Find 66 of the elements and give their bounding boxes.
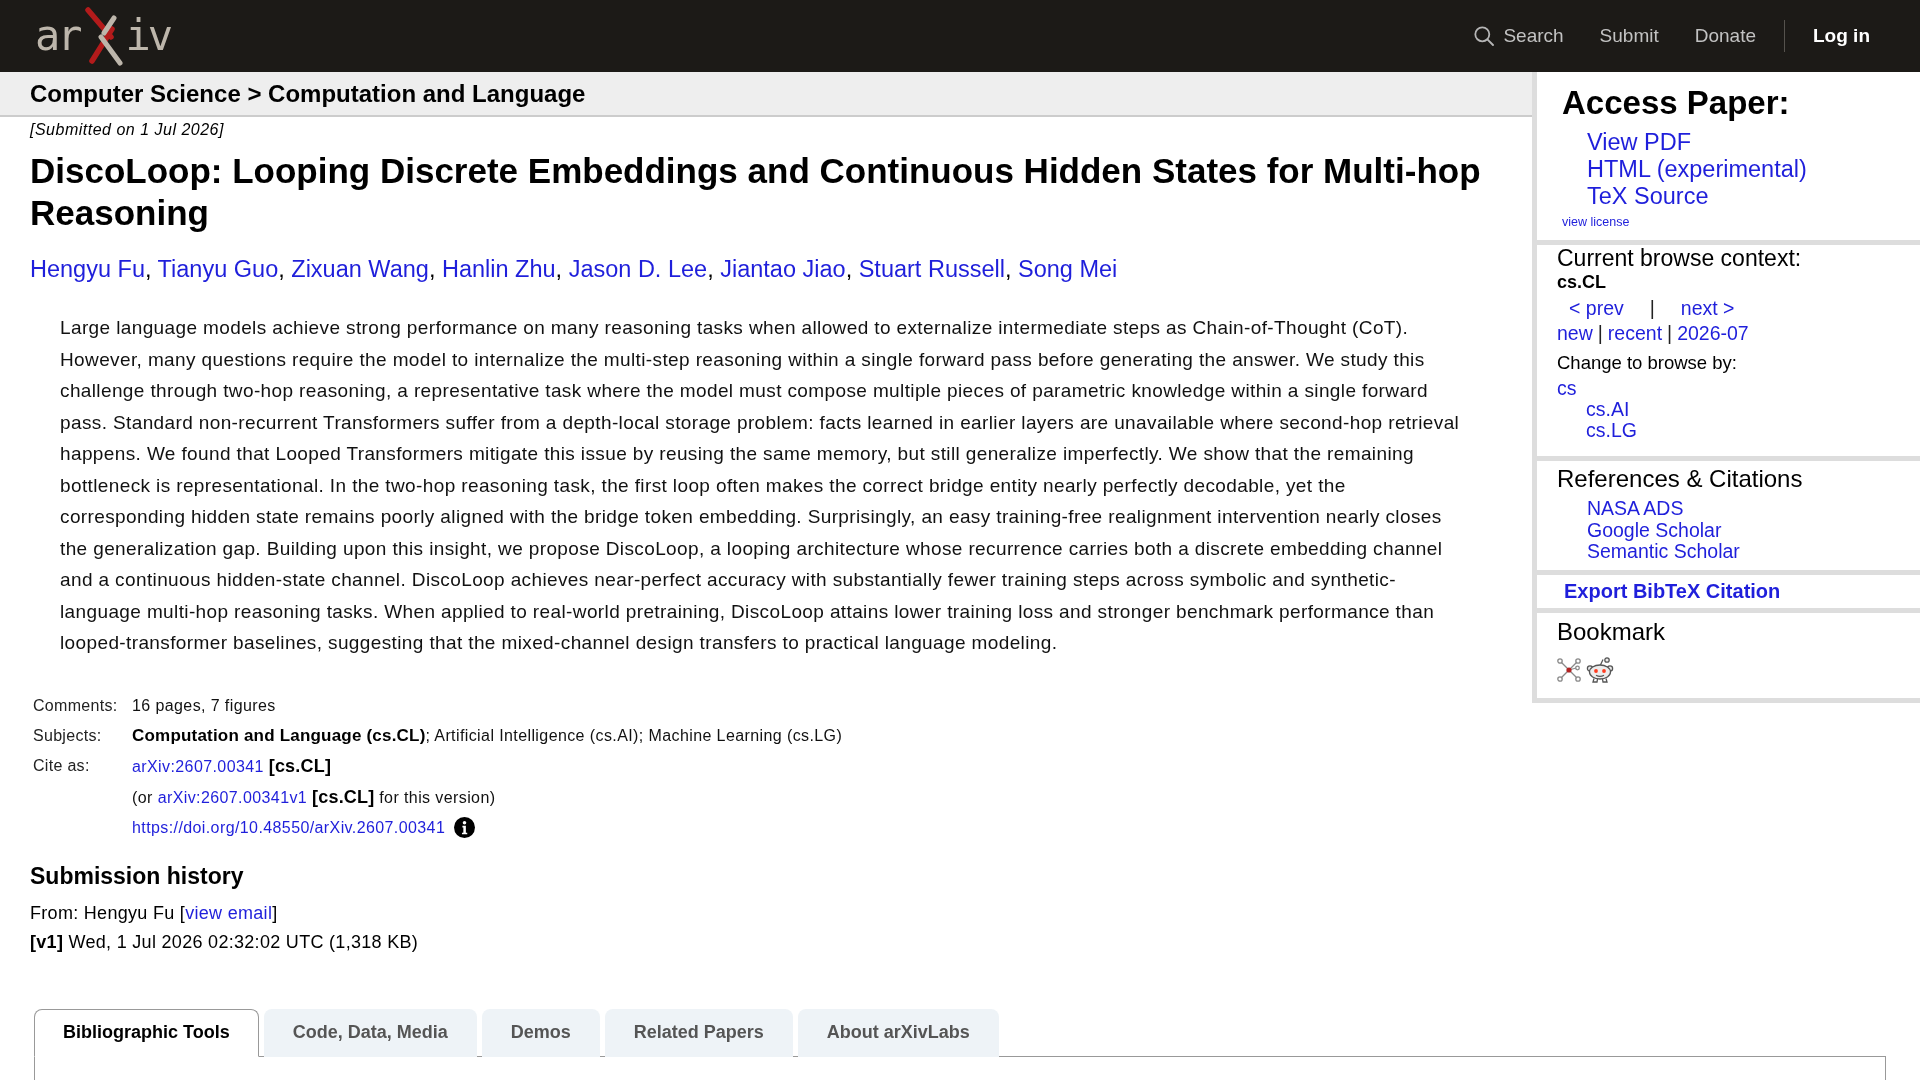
listing-link[interactable]: 2026-07 [1677,321,1749,345]
nav-link[interactable]: Submit [1599,25,1659,47]
browse-by-label: Change to browse by: [1557,352,1737,374]
metadata-label: Comments: [33,695,118,716]
reference-link[interactable]: Semantic Scholar [1587,541,1740,563]
citation-line: (or arXiv:2607.00341v1 [cs.CL] for this version) [132,785,496,809]
browse-context-heading: Current browse context: [1557,246,1802,270]
bookmark-heading: Bookmark [1557,618,1666,646]
listing-link[interactable]: recent [1607,321,1663,345]
full-text-link[interactable]: View PDF [1587,128,1692,156]
submission-date: [Submitted on 1 Jul 2026] [30,121,224,139]
breadcrumb: Computer Science > Computation and Language [0,72,1532,117]
metadata-value: 16 pages, 7 figures [132,695,276,716]
alien-icon[interactable] [1586,657,1614,683]
references-heading: References & Citations [1557,465,1803,493]
export-bibtex-link[interactable]: Export BibTeX Citation [1564,579,1781,603]
version-line: [v1] Wed, 1 Jul 2026 02:32:02 UTC (1,318 KB) [30,930,419,954]
paper-title: DiscoLoop: Looping Discrete Embeddings and Continuous Hidden States for Multi-hop Reasoning [30,150,1482,234]
access-paper-heading: Access Paper: [1562,84,1790,122]
full-text-link[interactable]: HTML (experimental) [1587,155,1807,183]
tab[interactable]: About arXivLabs [797,1008,999,1057]
category-link[interactable]: cs [1557,377,1577,399]
metadata-label: Cite as: [33,755,90,776]
author-link[interactable]: Song Mei [1018,256,1118,282]
search-link[interactable]: Search [1474,25,1564,47]
share-nodes-icon[interactable] [1557,657,1581,683]
abstract-text: Large language models achieve strong performance on many reasoning tasks when allowed to externalize intermediate steps as Chain-of-Thought (CoT). However, many questions require the model to internalize the multi-step reasoning within a single forward pass before generating the answer. We study this challenge through two-hop reasoning, a representative task where the model must compose multiple pieces of parametric knowledge within a single forward pass. Standard non-recurrent Transformers suffer from a depth-local storage problem: facts learned in earlier layers are unavailable where second-hop retrieval happens. We found that Looped Transformers mitigate this issue by reusing the same memory, but still generalize imperfectly. We show that the remaining bottleneck is representational. In the two-hop reasoning task, the first loop often makes the correct bridge entity nearly perfectly decodable, yet the corresponding hidden state remains poorly aligned with the bridge token embedding. Surprisingly, an easy training-free realignment intervention nearly closes the generalization gap. Building upon this insight, we propose DiscoLoop, a looping architecture whose recurrence carries both a discrete embedding channel and a continuous hidden-state channel. DiscoLoop achieves near-perfect accuracy with substantially fewer training steps across symbolic and synthetic-language multi-hop reasoning tasks. When applied to real-world pretraining, DiscoLoop attains lower training loss and stronger benchmark performance than looped-transformer baselines, suggesting that the mixed-channel design transfers to practical language modeling. [59,316,1461,655]
doi-link[interactable]: https://doi.org/10.48550/arXiv.2607.00341 [132,817,446,838]
category-link[interactable]: cs.AI [1586,398,1630,420]
citation-link[interactable]: arXiv:2607.00341 [132,757,264,775]
submitter-line: From: Hengyu Fu [view email] [30,901,278,925]
citation-link[interactable]: arXiv:2607.00341v1 [157,788,308,806]
search-icon [1474,26,1495,46]
login-link[interactable]: Log in [1813,25,1870,47]
category-link[interactable]: cs.LG [1586,419,1637,441]
browse-context-label: cs.CL [1557,272,1607,292]
license-link[interactable]: view license [1562,214,1630,230]
reference-link[interactable]: Google Scholar [1587,519,1722,541]
author-link[interactable]: Stuart Russell [858,256,1005,282]
pipe-separator: | [1597,321,1603,345]
reference-link[interactable]: NASA ADS [1587,498,1684,520]
author-link[interactable]: Jiantao Jiao [720,256,846,282]
author-list: Hengyu Fu, Tianyu Guo, Zixuan Wang, Hanlin Zhu, Jason D. Lee, Jiantao Jiao, Stuart Russell, Song Mei [30,255,1118,283]
next-link[interactable]: next > [1680,296,1735,320]
author-link[interactable]: Hengyu Fu [30,256,145,282]
logo[interactable]: ar iv [35,6,171,66]
prev-link[interactable]: < prev [1569,296,1624,320]
tab[interactable]: Code, Data, Media [263,1008,477,1057]
metadata-value: Computation and Language (cs.CL); Artificial Intelligence (cs.AI); Machine Learning (cs.LG) [132,724,843,747]
tab[interactable]: Bibliographic Tools [34,1008,259,1057]
author-link[interactable]: Tianyu Guo [157,256,279,282]
nav-link[interactable]: Donate [1694,25,1756,47]
info-icon[interactable] [454,817,476,838]
tab[interactable]: Demos [481,1008,600,1057]
author-link[interactable]: Zixuan Wang [291,256,429,282]
pipe-separator: | [1649,296,1655,320]
listing-link[interactable]: new [1557,321,1593,345]
author-link[interactable]: Jason D. Lee [568,256,708,282]
submission-history-heading: Submission history [30,861,244,890]
citation-line: arXiv:2607.00341 [cs.CL] [132,754,332,778]
tab[interactable]: Related Papers [604,1008,793,1057]
metadata-label: Subjects: [33,725,102,746]
author-link[interactable]: Hanlin Zhu [441,256,556,282]
pipe-separator: | [1667,321,1673,345]
view-email-link[interactable]: view email [185,902,273,923]
full-text-link[interactable]: TeX Source [1587,182,1709,210]
